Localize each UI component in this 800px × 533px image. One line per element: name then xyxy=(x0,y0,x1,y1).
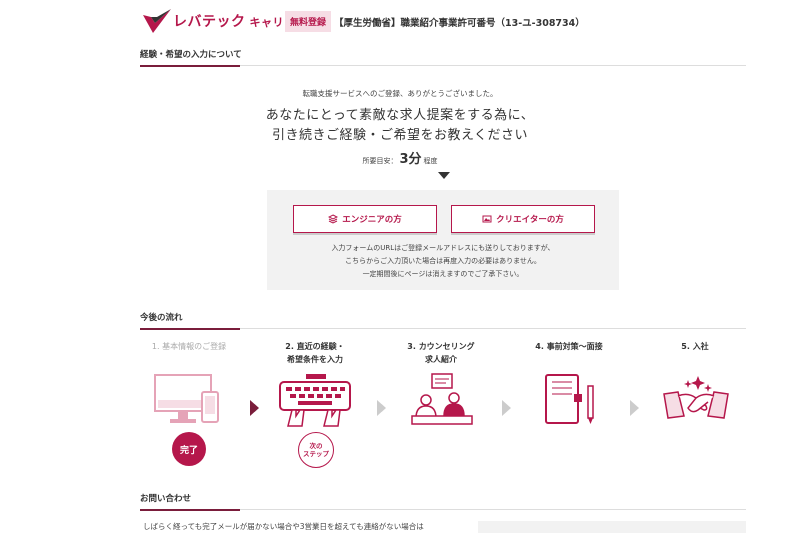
next-step-badge: 次の ステップ xyxy=(298,432,334,468)
time-suffix: 程度 xyxy=(423,157,438,165)
planner-pen-icon xyxy=(545,374,594,424)
lead-line-1: あなたにとって素敵な求人提案をする為に、 xyxy=(265,108,535,123)
contact-text: しばらく経っても完了メールが届かない場合や3営業日を超えても連絡がない場合は xyxy=(143,522,424,531)
time-estimate: 所要目安： 3分 程度 xyxy=(0,148,800,167)
step-5-line1: 5. 入社 xyxy=(681,342,709,351)
step-3-line2: 求人紹介 xyxy=(425,355,457,364)
logo[interactable]: レバテック キャリア xyxy=(173,11,296,31)
time-value: 3分 xyxy=(399,152,422,167)
done-badge-label: 完了 xyxy=(179,445,198,456)
keyboard-typing-icon xyxy=(279,374,351,427)
image-icon xyxy=(482,215,492,223)
logo-check-icon xyxy=(143,9,171,33)
arrow-down-icon xyxy=(438,172,450,179)
step-5-title: 5. 入社 xyxy=(635,340,755,353)
time-prefix: 所要目安： xyxy=(362,157,398,165)
logo-main-text: レバテック xyxy=(173,14,246,30)
counseling-icon xyxy=(411,373,473,425)
step-arrow-2 xyxy=(377,400,386,416)
contact-panel xyxy=(478,521,746,533)
step-4-title: 4. 事前対策〜面接 xyxy=(509,340,629,353)
step-3-title: 3. カウンセリング 求人紹介 xyxy=(381,340,501,366)
free-registration-badge: 無料登録 xyxy=(285,11,332,32)
note-line-2: こちらからご入力頂いた場合は再度入力の必要はありません。 xyxy=(345,257,541,265)
engineer-button[interactable]: エンジニアの方 xyxy=(293,205,437,233)
step-arrow-1 xyxy=(250,400,259,416)
engineer-button-label: エンジニアの方 xyxy=(342,215,402,225)
step-1-line1: 1. 基本情報のご登録 xyxy=(151,342,227,351)
step-3-line1: 3. カウンセリング xyxy=(407,342,475,351)
contact-section-title-text: お問い合わせ xyxy=(140,494,192,504)
next-step-label-2: ステップ xyxy=(303,450,329,458)
note-line-1: 入力フォームのURLはご登録メールアドレスにも送りしておりますが、 xyxy=(331,244,555,252)
done-badge: 完了 xyxy=(172,432,206,466)
step-1-title: 1. 基本情報のご登録 xyxy=(129,340,249,353)
step-2-line2: 希望条件を入力 xyxy=(287,355,343,364)
creator-button[interactable]: クリエイターの方 xyxy=(451,205,595,233)
intro-section-title: 経験・希望の入力について xyxy=(140,48,746,67)
step-arrow-4 xyxy=(630,400,639,416)
step-2-line1: 2. 直近の経験・ xyxy=(285,342,345,351)
flow-section-title: 今後の流れ xyxy=(140,311,746,330)
thanks-text: 転職支援サービスへのご登録、ありがとうございました。 xyxy=(302,89,498,98)
step-2-title: 2. 直近の経験・ 希望条件を入力 xyxy=(255,340,375,366)
contact-section-title: お問い合わせ xyxy=(140,492,746,511)
note-line-3: 一定期間後にページは消えますのでご了承下さい。 xyxy=(362,270,524,278)
flow-section-title-text: 今後の流れ xyxy=(140,313,183,323)
license-number: 【厚生労働省】職業紹介事業許可番号（13-ユ-308734） xyxy=(334,18,585,29)
step-arrow-3 xyxy=(502,400,511,416)
step-4-line1: 4. 事前対策〜面接 xyxy=(535,342,603,351)
computer-icon xyxy=(154,374,219,423)
lead-line-2: 引き続きご経験・ご希望をお教えください xyxy=(271,128,529,143)
next-step-label-1: 次の xyxy=(309,442,323,450)
handshake-icon xyxy=(663,376,729,419)
creator-button-label: クリエイターの方 xyxy=(496,215,564,225)
layers-icon xyxy=(328,214,339,224)
site-header: レバテック キャリア 無料登録 【厚生労働省】職業紹介事業許可番号（13-ユ-30… xyxy=(143,6,746,38)
intro-section-title-text: 経験・希望の入力について xyxy=(140,50,242,60)
